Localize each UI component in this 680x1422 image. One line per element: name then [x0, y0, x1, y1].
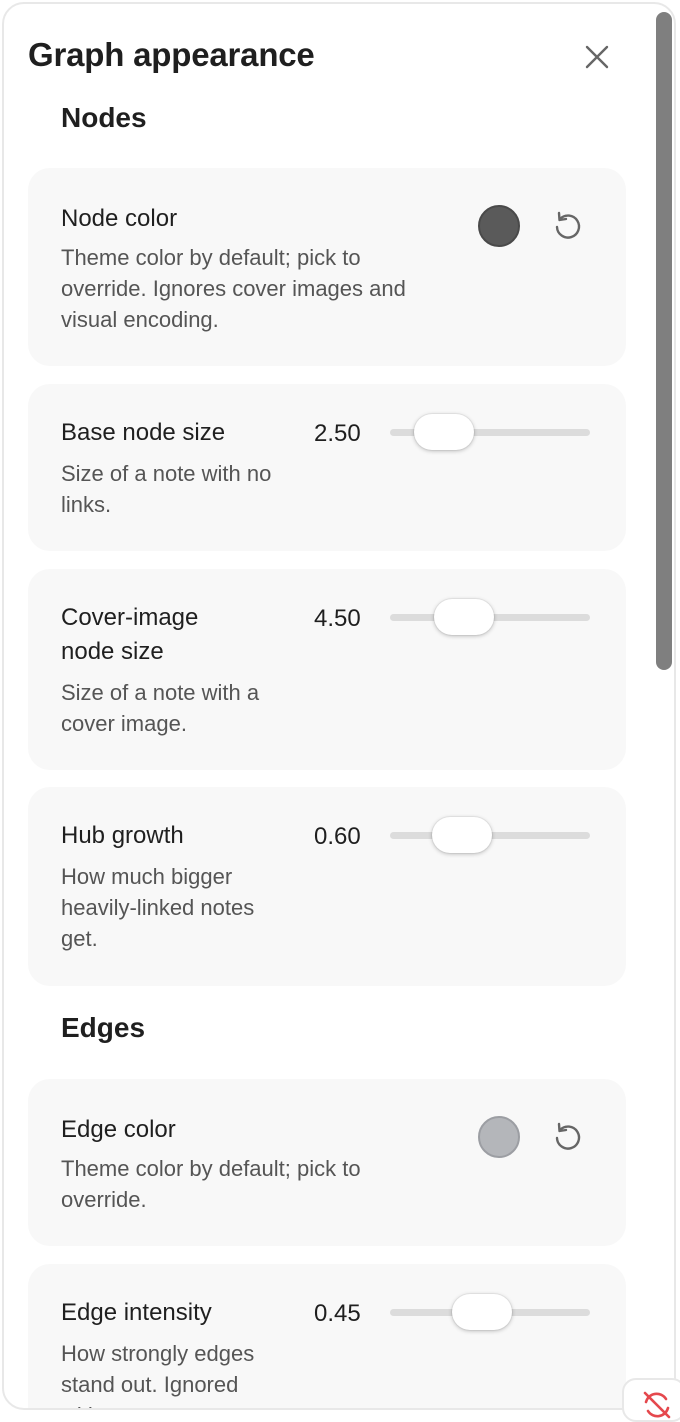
hub-growth-value: 0.60 — [314, 823, 361, 850]
panel-title: Graph appearance — [28, 36, 315, 73]
cover-image-node-size-slider[interactable] — [390, 597, 590, 637]
graph-appearance-panel: Graph appearance Nodes Node color Theme … — [2, 2, 676, 1410]
sync-off-button[interactable] — [622, 1378, 680, 1422]
edge-color-swatch[interactable] — [478, 1116, 520, 1158]
node-color-label: Node color — [61, 205, 178, 232]
section-title-edges: Edges — [61, 1012, 146, 1043]
reset-icon — [555, 1122, 581, 1150]
slider-thumb[interactable] — [414, 414, 474, 450]
base-node-size-slider[interactable] — [390, 412, 590, 452]
hub-growth-label: Hub growth — [61, 822, 184, 849]
base-node-size-value: 2.50 — [314, 420, 361, 447]
edge-intensity-label: Edge intensity — [61, 1299, 212, 1326]
node-color-description: Theme color by default; pick to override… — [61, 245, 406, 332]
base-node-size-setting: Base node size Size of a note with no li… — [28, 384, 626, 551]
hub-growth-setting: Hub growth How much bigger heavily-linke… — [28, 787, 626, 986]
edge-intensity-value: 0.45 — [314, 1300, 361, 1327]
slider-thumb[interactable] — [432, 817, 492, 853]
base-node-size-label: Base node size — [61, 419, 226, 446]
node-color-setting: Node color Theme color by default; pick … — [28, 168, 626, 366]
reset-icon — [555, 211, 581, 239]
edge-intensity-slider[interactable] — [390, 1292, 590, 1332]
edge-color-label: Edge color — [61, 1116, 176, 1143]
node-color-reset-button[interactable] — [550, 209, 584, 243]
scrollbar-thumb[interactable] — [656, 12, 672, 670]
cover-image-node-size-value: 4.50 — [314, 605, 361, 632]
edge-color-description: Theme color by default; pick to override… — [61, 1156, 361, 1212]
close-icon — [585, 45, 609, 69]
edge-intensity-description: How strongly edges stand out. Ignored wi… — [61, 1341, 255, 1408]
edge-color-setting: Edge color Theme color by default; pick … — [28, 1079, 626, 1246]
edge-intensity-setting: Edge intensity How strongly edges stand … — [28, 1264, 626, 1408]
cover-image-node-size-description: Size of a note with a cover image. — [61, 680, 260, 736]
sync-off-icon — [643, 1391, 671, 1419]
cover-image-node-size-label: Cover-image node size — [61, 604, 199, 665]
node-color-swatch[interactable] — [478, 205, 520, 247]
base-node-size-description: Size of a note with no links. — [61, 461, 272, 517]
close-button[interactable] — [580, 40, 614, 74]
section-title-nodes: Nodes — [61, 102, 147, 133]
hub-growth-description: How much bigger heavily-linked notes get… — [61, 864, 255, 951]
hub-growth-slider[interactable] — [390, 815, 590, 855]
slider-thumb[interactable] — [434, 599, 494, 635]
cover-image-node-size-setting: Cover-image node size Size of a note wit… — [28, 569, 626, 770]
edge-color-reset-button[interactable] — [550, 1120, 584, 1154]
slider-thumb[interactable] — [452, 1294, 512, 1330]
